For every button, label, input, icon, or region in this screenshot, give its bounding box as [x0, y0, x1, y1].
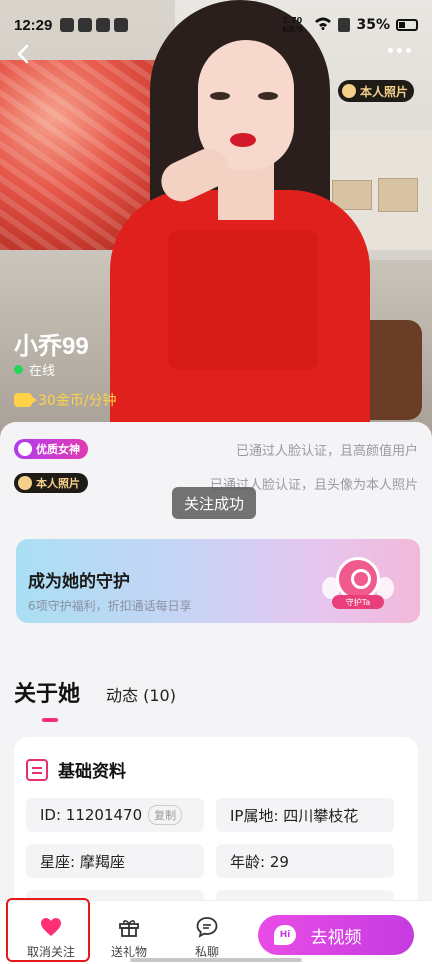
app-notification-icon [96, 18, 111, 32]
private-chat-button[interactable]: 私聊 [172, 915, 242, 960]
photo-person-lips [230, 133, 256, 147]
guardian-title: 成为她的守护 [28, 572, 130, 592]
call-price: 30金币/分钟 [14, 390, 117, 410]
highlight-box [6, 898, 90, 962]
badge-label: 本人照片 [36, 477, 80, 490]
guardian-emblem-icon: 守护Ta [322, 553, 394, 613]
guardian-emblem-label: 守护Ta [332, 595, 384, 609]
wifi-icon [314, 16, 332, 34]
battery-level: 35% [356, 17, 390, 33]
age-field: 年龄: 29 [216, 844, 394, 878]
battery-icon [396, 19, 418, 31]
quality-goddess-badge: 优质女神 [14, 439, 88, 459]
photo-person-eye [258, 92, 278, 100]
zodiac-field: 星座: 摩羯座 [26, 844, 204, 878]
profile-tabs: 关于她 动态 (10) [14, 676, 176, 722]
call-price-label: 30金币/分钟 [38, 393, 117, 409]
app-notification-icon [114, 18, 129, 32]
tab-about[interactable]: 关于她 [14, 676, 80, 722]
real-photo-badge: 本人照片 [337, 80, 414, 102]
ip-location-field: IP属地: 四川攀枝花 [216, 798, 394, 832]
online-dot-icon [14, 365, 23, 374]
follow-success-toast: 关注成功 [172, 487, 257, 519]
app-notification-icon [60, 18, 75, 32]
profile-photo[interactable] [0, 0, 432, 440]
badge-label: 优质女神 [36, 443, 80, 456]
back-arrow-icon[interactable] [12, 42, 36, 66]
guardian-banner[interactable]: 成为她的守护 6项守护福利，折扣通话每日享 守护Ta [16, 539, 420, 623]
person-icon [341, 84, 356, 98]
photo-box [378, 178, 418, 212]
more-options-icon[interactable] [388, 48, 416, 60]
profile-name: 小乔99 [14, 333, 89, 360]
document-icon [26, 758, 48, 781]
user-id: ID: 11201470 [40, 806, 143, 824]
person-icon [18, 476, 32, 490]
start-video-button[interactable]: Hi 去视频 [258, 915, 414, 955]
hi-chat-icon: Hi [274, 925, 296, 945]
verification-row: 优质女神 已通过人脸认证，且高颜值用户 [14, 438, 418, 460]
real-photo-label: 本人照片 [359, 84, 408, 99]
photo-person-top [168, 230, 318, 370]
online-label: 在线 [29, 364, 56, 379]
badge-icon [18, 442, 32, 456]
real-photo-badge: 本人照片 [14, 473, 88, 493]
sim-icon [338, 18, 351, 32]
chat-bubble-icon [195, 915, 219, 939]
status-right: 1.70 KB/S 35% [282, 16, 418, 34]
user-id-field: ID: 11201470 复制 [26, 798, 204, 832]
basic-info-title: 基础资料 [58, 762, 126, 782]
status-time: 12:29 [14, 16, 53, 34]
guardian-subtitle: 6项守护福利，折扣通话每日享 [28, 599, 192, 613]
photo-person-eye [210, 92, 230, 100]
verification-text: 已通过人脸认证，且高颜值用户 [235, 443, 418, 459]
gift-icon [117, 915, 141, 939]
basic-info-header: 基础资料 [26, 757, 126, 782]
copy-button[interactable]: 复制 [148, 805, 183, 825]
net-speed: 1.70 KB/S [282, 16, 304, 34]
online-status: 在线 [14, 360, 55, 379]
send-gift-label: 送礼物 [110, 945, 147, 959]
status-bar: 12:29 1.70 KB/S 35% [0, 0, 432, 50]
send-gift-button[interactable]: 送礼物 [94, 915, 164, 960]
bottom-action-bar: 取消关注 送礼物 私聊 Hi 去视频 [0, 898, 432, 964]
private-chat-label: 私聊 [194, 945, 219, 959]
app-notification-icon [78, 18, 93, 32]
home-indicator[interactable] [130, 958, 302, 962]
notification-icons [60, 18, 129, 32]
tab-moments[interactable]: 动态 (10) [106, 682, 176, 708]
start-video-label: 去视频 [310, 927, 362, 948]
video-camera-icon [14, 393, 37, 407]
